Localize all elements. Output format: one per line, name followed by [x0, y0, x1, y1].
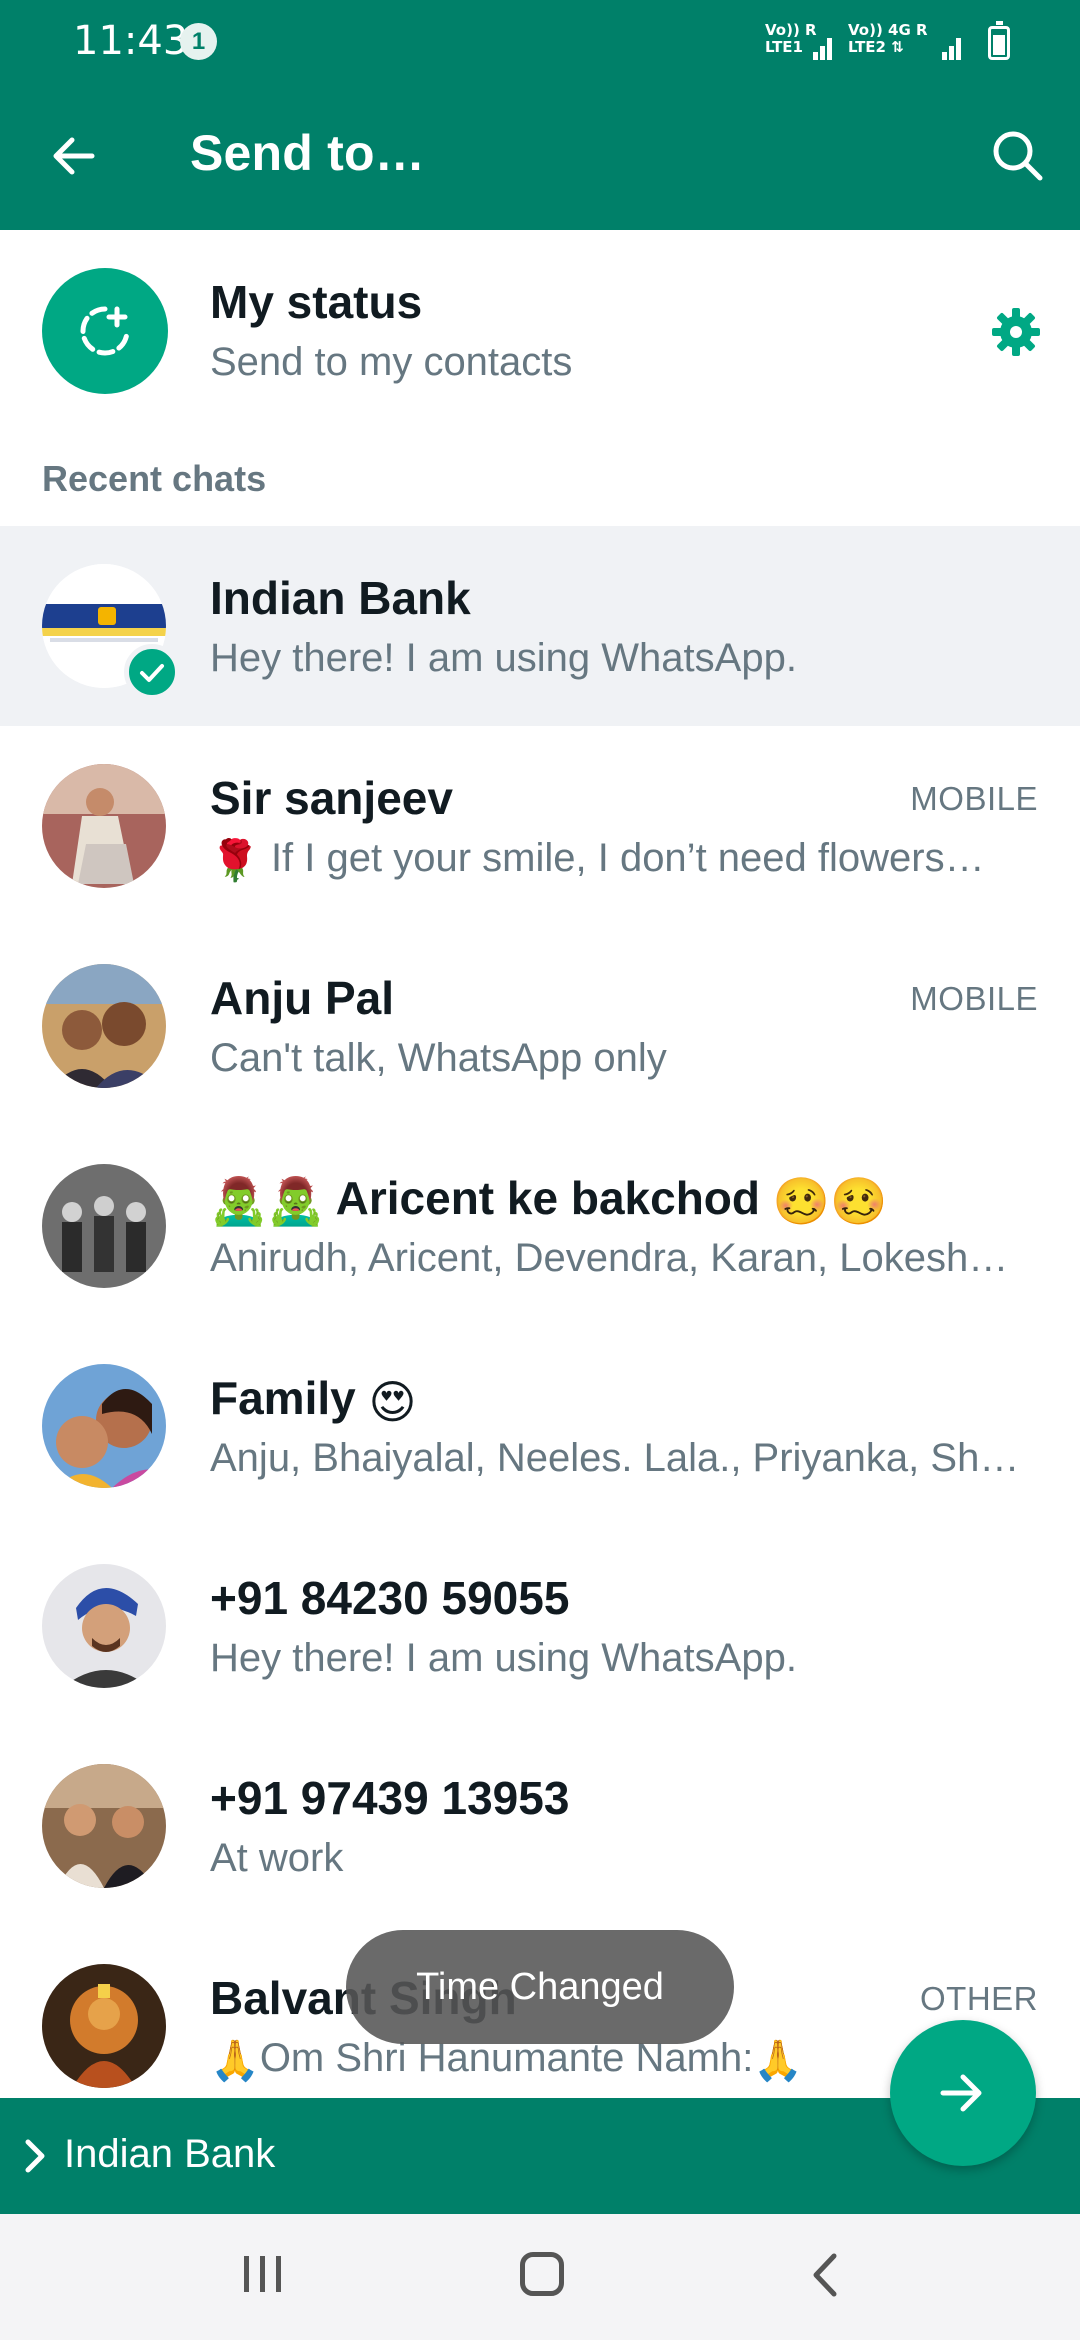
chat-row-aricent-ke-bakchod[interactable]: 🧟‍♂️🧟‍♂️ Aricent ke bakchod 🥴🥴 Anirudh, …: [0, 1126, 1080, 1326]
send-button[interactable]: [890, 2020, 1036, 2166]
chat-subtitle: 🌹 If I get your smile, I don’t need flow…: [210, 836, 985, 883]
chat-name: Indian Bank: [210, 572, 471, 624]
chat-row-anju-pal[interactable]: Anju Pal Can't talk, WhatsApp only MOBIL…: [0, 926, 1080, 1126]
sim2-signal-icon: Vo)) 4G R LTE2 ⇅: [848, 20, 968, 64]
sim1-signal-icon: Vo)) R LTE1: [765, 20, 835, 64]
chat-name: Sir sanjeev: [210, 772, 453, 824]
chat-row-918423059055[interactable]: +91 84230 59055 Hey there! I am using Wh…: [0, 1526, 1080, 1726]
chat-subtitle: At work: [210, 1836, 344, 1880]
heart-eyes-emoji-icon: 😍: [368, 1375, 417, 1428]
chat-subtitle: Hey there! I am using WhatsApp.: [210, 1636, 797, 1680]
system-nav-bar: [0, 2214, 1080, 2340]
chat-row-sir-sanjeev[interactable]: Sir sanjeev 🌹 If I get your smile, I don…: [0, 726, 1080, 926]
system-back-icon[interactable]: [806, 2250, 846, 2300]
chat-row-indian-bank[interactable]: Indian Bank Hey there! I am using WhatsA…: [0, 526, 1080, 726]
toast-message: Time Changed: [346, 1930, 734, 2044]
zombie-emoji-icon: 🧟‍♂️🧟‍♂️: [210, 1175, 325, 1228]
avatar: [42, 764, 166, 888]
gear-icon[interactable]: [988, 304, 1044, 360]
chat-name: +91 84230 59055: [210, 1572, 570, 1624]
chat-subtitle: Can't talk, WhatsApp only: [210, 1036, 667, 1080]
status-add-icon: [80, 306, 130, 356]
rose-emoji-icon: 🌹: [210, 838, 260, 883]
status-bar: 11:43 1 Vo)) R LTE1 Vo)) 4G R LTE2 ⇅: [0, 0, 1080, 84]
folded-hands-emoji-icon: 🙏: [210, 2038, 260, 2083]
chat-name: +91 97439 13953: [210, 1772, 570, 1824]
chat-subtitle: Anirudh, Aricent, Devendra, Karan, Lokes…: [210, 1236, 1009, 1280]
selected-contacts-label: Indian Bank: [64, 2132, 276, 2176]
notification-badge: 1: [180, 23, 217, 60]
check-icon: [140, 664, 164, 682]
avatar: [42, 1964, 166, 2088]
avatar: [42, 1164, 166, 1288]
send-arrow-icon: [940, 2074, 982, 2112]
recents-icon[interactable]: [240, 2254, 286, 2294]
contact-type-tag: MOBILE: [910, 980, 1038, 1017]
contact-type-tag: OTHER: [920, 1980, 1038, 2017]
back-arrow-icon[interactable]: [42, 124, 106, 188]
status-avatar: [42, 268, 168, 394]
my-status-title: My status: [210, 276, 423, 328]
my-status-subtitle: Send to my contacts: [210, 340, 573, 384]
battery-icon: [988, 21, 1010, 60]
avatar: [42, 1564, 166, 1688]
folded-hands-emoji-icon: 🙏: [753, 2038, 804, 2083]
avatar: [42, 1764, 166, 1888]
contact-type-tag: MOBILE: [910, 780, 1038, 817]
search-icon[interactable]: [986, 124, 1050, 188]
app-bar: Send to…: [0, 84, 1080, 230]
chat-name: 🧟‍♂️🧟‍♂️ Aricent ke bakchod 🥴🥴: [210, 1172, 888, 1228]
selected-check-badge: [124, 644, 180, 700]
chat-name: Anju Pal: [210, 972, 395, 1024]
chevron-right-icon: [25, 2139, 45, 2173]
chat-row-family[interactable]: Family 😍 Anju, Bhaiyalal, Neeles. Lala.,…: [0, 1326, 1080, 1526]
chat-subtitle: Anju, Bhaiyalal, Neeles. Lala., Priyanka…: [210, 1436, 1020, 1480]
chat-list[interactable]: Indian Bank Hey there! I am using WhatsA…: [0, 526, 1080, 2098]
page-title: Send to…: [190, 125, 425, 181]
status-time: 11:43: [73, 18, 189, 64]
avatar: [42, 1364, 166, 1488]
my-status-row[interactable]: My status Send to my contacts: [0, 230, 1080, 430]
chat-subtitle: Hey there! I am using WhatsApp.: [210, 636, 797, 680]
home-icon[interactable]: [520, 2252, 564, 2296]
chat-name: Family 😍: [210, 1372, 417, 1428]
chat-row-919743913953[interactable]: +91 97439 13953 At work: [0, 1726, 1080, 1926]
woozy-face-emoji-icon: 🥴🥴: [772, 1175, 888, 1228]
avatar: [42, 964, 166, 1088]
section-header-recent-chats: Recent chats: [42, 458, 267, 499]
